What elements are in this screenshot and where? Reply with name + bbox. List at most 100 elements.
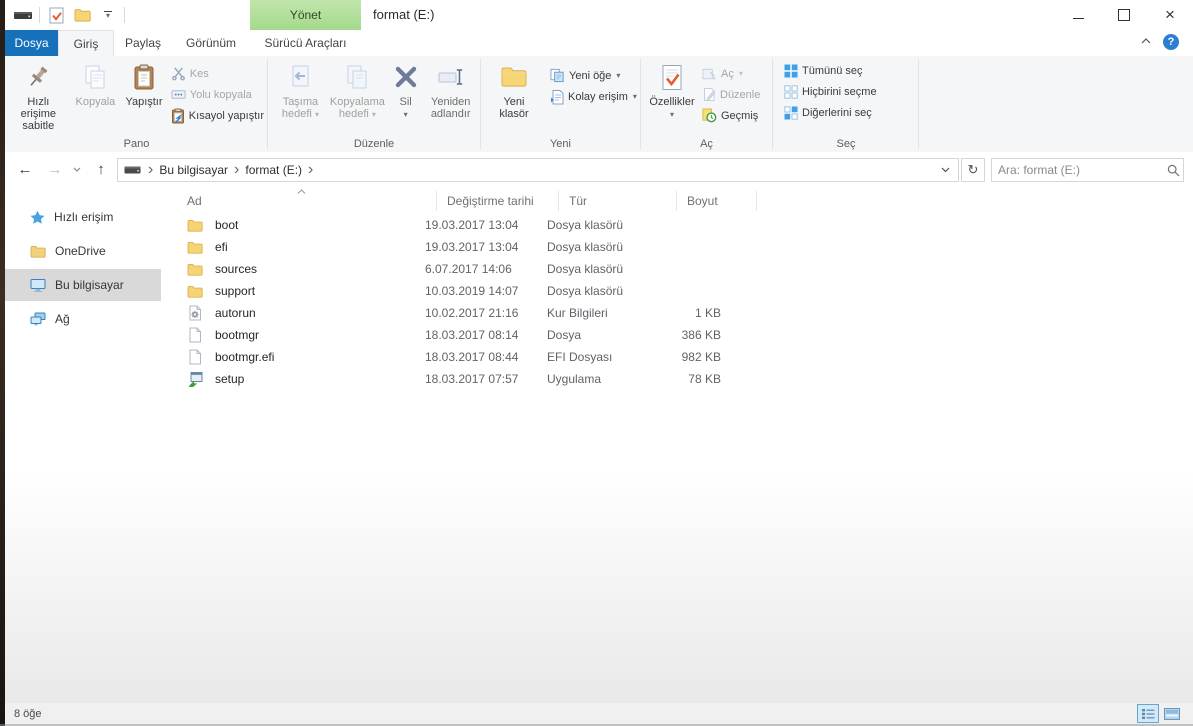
view-switcher (1137, 704, 1193, 723)
file-date: 6.07.2017 14:06 (425, 262, 512, 276)
paste-shortcut-button[interactable]: Kısayol yapıştır (169, 105, 266, 126)
thumbnail-view-icon (1164, 707, 1180, 720)
tab-giris[interactable]: Giriş (58, 30, 114, 57)
collapse-ribbon-icon[interactable] (1141, 38, 1151, 44)
move-to-button[interactable]: Taşıma hedefi ▾ (275, 59, 326, 122)
address-bar[interactable]: › Bu bilgisayar › format (E:) › (117, 158, 959, 182)
copy-path-icon (171, 90, 186, 99)
setup-info-icon (187, 305, 203, 321)
table-row[interactable]: bootmgr 18.03.2017 08:14 Dosya 386 KB (165, 324, 1185, 346)
sidebar-item-this-pc[interactable]: Bu bilgisayar (5, 269, 161, 301)
sidebar-item-network[interactable]: Ağ (5, 303, 161, 335)
table-row[interactable]: support 10.03.2019 14:07 Dosya klasörü (165, 280, 1185, 302)
column-headers: Ad Değiştirme tarihi Tür Boyut (165, 188, 1185, 214)
back-button[interactable]: ← (13, 157, 37, 181)
copy-path-button[interactable]: Yolu kopyala (169, 84, 266, 105)
close-button[interactable]: × (1147, 0, 1193, 30)
column-header-size[interactable]: Boyut (677, 191, 757, 211)
cut-button[interactable]: Kes (169, 63, 266, 84)
thumbnail-view-button[interactable] (1161, 704, 1183, 723)
tab-paylas[interactable]: Paylaş (114, 30, 172, 56)
file-type: Dosya (547, 328, 582, 342)
tab-gorunum[interactable]: Görünüm (172, 30, 250, 56)
column-header-type[interactable]: Tür (559, 191, 677, 211)
new-folder-button[interactable]: Yeni klasör (490, 59, 538, 122)
ribbon: Hızlı erişime sabitle Kopyala Yapıştır K… (5, 56, 1193, 153)
button-label: Yapıştır (125, 96, 163, 108)
file-date: 19.03.2017 13:04 (425, 240, 519, 254)
pin-to-quick-access-button[interactable]: Hızlı erişime sabitle (7, 59, 70, 134)
new-folder-quick-icon[interactable] (72, 5, 92, 25)
group-label-new: Yeni (549, 138, 571, 150)
table-row[interactable]: setup 18.03.2017 07:57 Uygulama 78 KB (165, 368, 1185, 390)
file-list: Ad Değiştirme tarihi Tür Boyut boot 19.0… (165, 188, 1185, 703)
tab-dosya[interactable]: Dosya (5, 30, 58, 56)
table-row[interactable]: autorun 10.02.2017 21:16 Kur Bilgileri 1… (165, 302, 1185, 324)
select-none-icon (784, 84, 798, 99)
up-button[interactable]: ↑ (89, 157, 113, 181)
sidebar-item-quick-access[interactable]: Hızlı erişim (5, 201, 161, 233)
delete-button[interactable]: Sil ▾ (389, 59, 423, 122)
table-row[interactable]: sources 6.07.2017 14:06 Dosya klasörü (165, 258, 1185, 280)
search-icon[interactable] (1159, 164, 1188, 177)
app-icon (187, 371, 203, 387)
table-row[interactable]: bootmgr.efi 18.03.2017 08:44 EFI Dosyası… (165, 346, 1185, 368)
column-header-name[interactable]: Ad (165, 191, 437, 211)
address-dropdown-icon[interactable] (933, 167, 958, 173)
easy-access-button[interactable]: Kolay erişim ▾ (548, 86, 639, 107)
invert-selection-button[interactable]: Diğerlerini seç (782, 102, 918, 123)
copy-button[interactable]: Kopyala (72, 59, 120, 110)
new-item-button[interactable]: Yeni öğe ▾ (548, 65, 639, 86)
history-button[interactable]: Geçmiş (700, 105, 762, 126)
file-type: Uygulama (547, 372, 602, 386)
recent-locations-icon[interactable] (69, 157, 85, 181)
breadcrumb-this-pc[interactable]: Bu bilgisayar (154, 159, 233, 181)
copy-to-button[interactable]: Kopyalama hedefi ▾ (328, 59, 387, 122)
button-label: Kes (189, 67, 209, 80)
paste-icon (132, 61, 156, 93)
copy-to-icon (344, 61, 370, 93)
group-separator (480, 59, 481, 149)
button-label: Aç (721, 67, 734, 80)
properties-button[interactable]: Özellikler ▾ (646, 59, 698, 122)
folder-icon (187, 239, 203, 255)
column-header-date[interactable]: Değiştirme tarihi (437, 191, 559, 211)
maximize-button[interactable] (1101, 0, 1147, 30)
contextual-tab-manage[interactable]: Yönet (250, 0, 361, 30)
group-separator (267, 59, 268, 149)
forward-button[interactable]: → (43, 157, 67, 181)
button-label: Kolay erişim (568, 90, 628, 103)
button-label: Hiçbirini seçme (802, 85, 877, 98)
button-label: Yeni öğe (569, 69, 612, 82)
minimize-button[interactable] (1055, 0, 1101, 30)
file-icon (187, 327, 203, 343)
sidebar-item-onedrive[interactable]: OneDrive (5, 235, 161, 267)
breadcrumb-separator: › (234, 161, 240, 178)
button-label: Diğerlerini seç (802, 106, 872, 119)
open-button[interactable]: Aç ▾ (700, 63, 762, 84)
properties-quick-icon[interactable] (46, 5, 66, 25)
status-bar: 8 öğe (5, 703, 1193, 724)
navigation-bar: ← → ↑ › Bu bilgisayar › format (E:) › ↻ (5, 152, 1193, 189)
select-none-button[interactable]: Hiçbirini seçme (782, 81, 918, 102)
customize-toolbar-icon[interactable]: ▾ (98, 5, 118, 25)
details-view-button[interactable] (1137, 704, 1159, 723)
tab-drive-tools[interactable]: Sürücü Araçları (250, 30, 361, 56)
rename-button[interactable]: Yeniden adlandır (424, 59, 477, 122)
refresh-button[interactable]: ↻ (961, 158, 985, 182)
search-input[interactable] (992, 163, 1159, 177)
file-name: autorun (215, 306, 256, 320)
select-all-button[interactable]: Tümünü seç (782, 60, 918, 81)
file-date: 10.02.2017 21:16 (425, 306, 519, 320)
edit-button[interactable]: Düzenle (700, 84, 762, 105)
help-icon[interactable]: ? (1163, 34, 1179, 50)
star-icon (30, 210, 45, 224)
properties-icon (660, 61, 684, 93)
file-name: support (215, 284, 256, 298)
paste-button[interactable]: Yapıştır (121, 59, 167, 110)
table-row[interactable]: efi 19.03.2017 13:04 Dosya klasörü (165, 236, 1185, 258)
group-separator (918, 59, 919, 149)
table-row[interactable]: boot 19.03.2017 13:04 Dosya klasörü (165, 214, 1185, 236)
breadcrumb-drive[interactable]: format (E:) (240, 159, 307, 181)
button-label: Yolu kopyala (189, 88, 252, 101)
